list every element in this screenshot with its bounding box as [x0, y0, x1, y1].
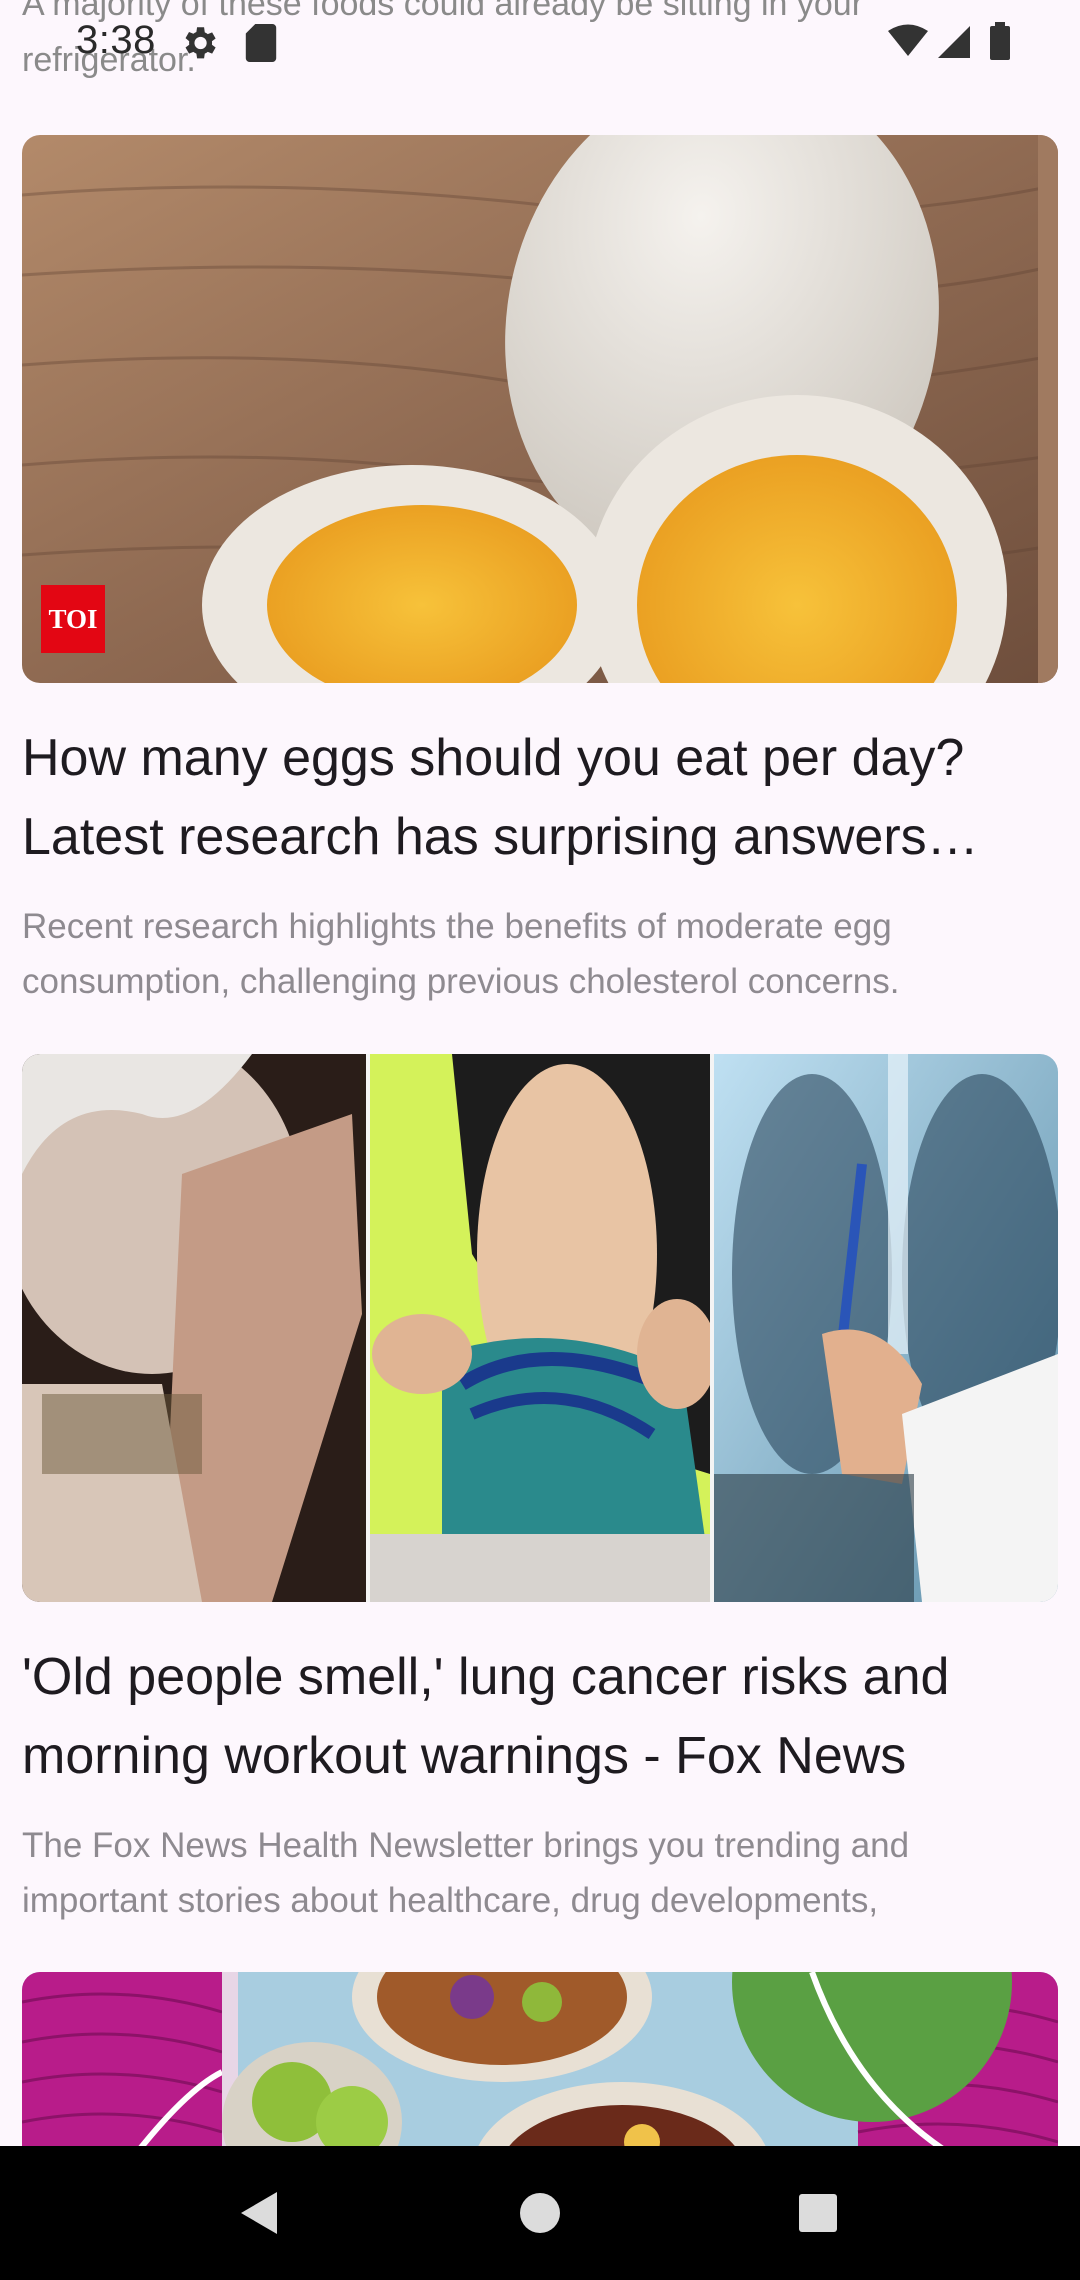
article-title[interactable]: How many eggs should you eat per day? La… — [22, 719, 1058, 877]
source-logo-toi: TOI — [41, 585, 105, 653]
description-line: The Fox News Health Newsletter brings yo… — [22, 1826, 910, 1865]
system-navigation-bar — [0, 2146, 1080, 2280]
home-icon[interactable] — [505, 2178, 575, 2248]
title-line: How many eggs should you eat per day? — [22, 729, 965, 787]
recents-icon[interactable] — [783, 2178, 853, 2248]
description-line: consumption, challenging previous choles… — [22, 962, 900, 1001]
article-image[interactable] — [22, 1972, 1058, 2172]
article-description: The Fox News Health Newsletter brings yo… — [22, 1818, 1058, 1928]
article-image[interactable] — [22, 1054, 1058, 1602]
article-title[interactable]: 'Old people smell,' lung cancer risks an… — [22, 1638, 1058, 1796]
eggs-image — [22, 135, 1058, 683]
title-line: 'Old people smell,' lung cancer risks an… — [22, 1648, 950, 1706]
back-icon[interactable] — [225, 2178, 295, 2248]
title-line: Latest research has surprising answers… — [22, 808, 979, 866]
food-bowls-image — [22, 1972, 1058, 2172]
article-description: Recent research highlights the benefits … — [22, 899, 1058, 1009]
snippet-line: refrigerator. — [22, 41, 196, 79]
description-line: Recent research highlights the benefits … — [22, 907, 892, 946]
description-line: important stories about healthcare, drug… — [22, 1881, 879, 1920]
article-card[interactable]: 'Old people smell,' lung cancer risks an… — [22, 1054, 1058, 1928]
collage-image — [22, 1054, 1058, 1602]
snippet-line: A majority of these foods could already … — [22, 0, 864, 23]
title-line: morning workout warnings - Fox News — [22, 1727, 907, 1785]
article-card[interactable] — [22, 1972, 1058, 2172]
screen: 3:38 A majority of these foods could alr… — [0, 0, 1080, 2280]
previous-article-description: A majority of these foods could already … — [22, 0, 1052, 88]
article-image[interactable]: TOI — [22, 135, 1058, 683]
article-card[interactable]: TOI How many eggs should you eat per day… — [22, 135, 1058, 1009]
